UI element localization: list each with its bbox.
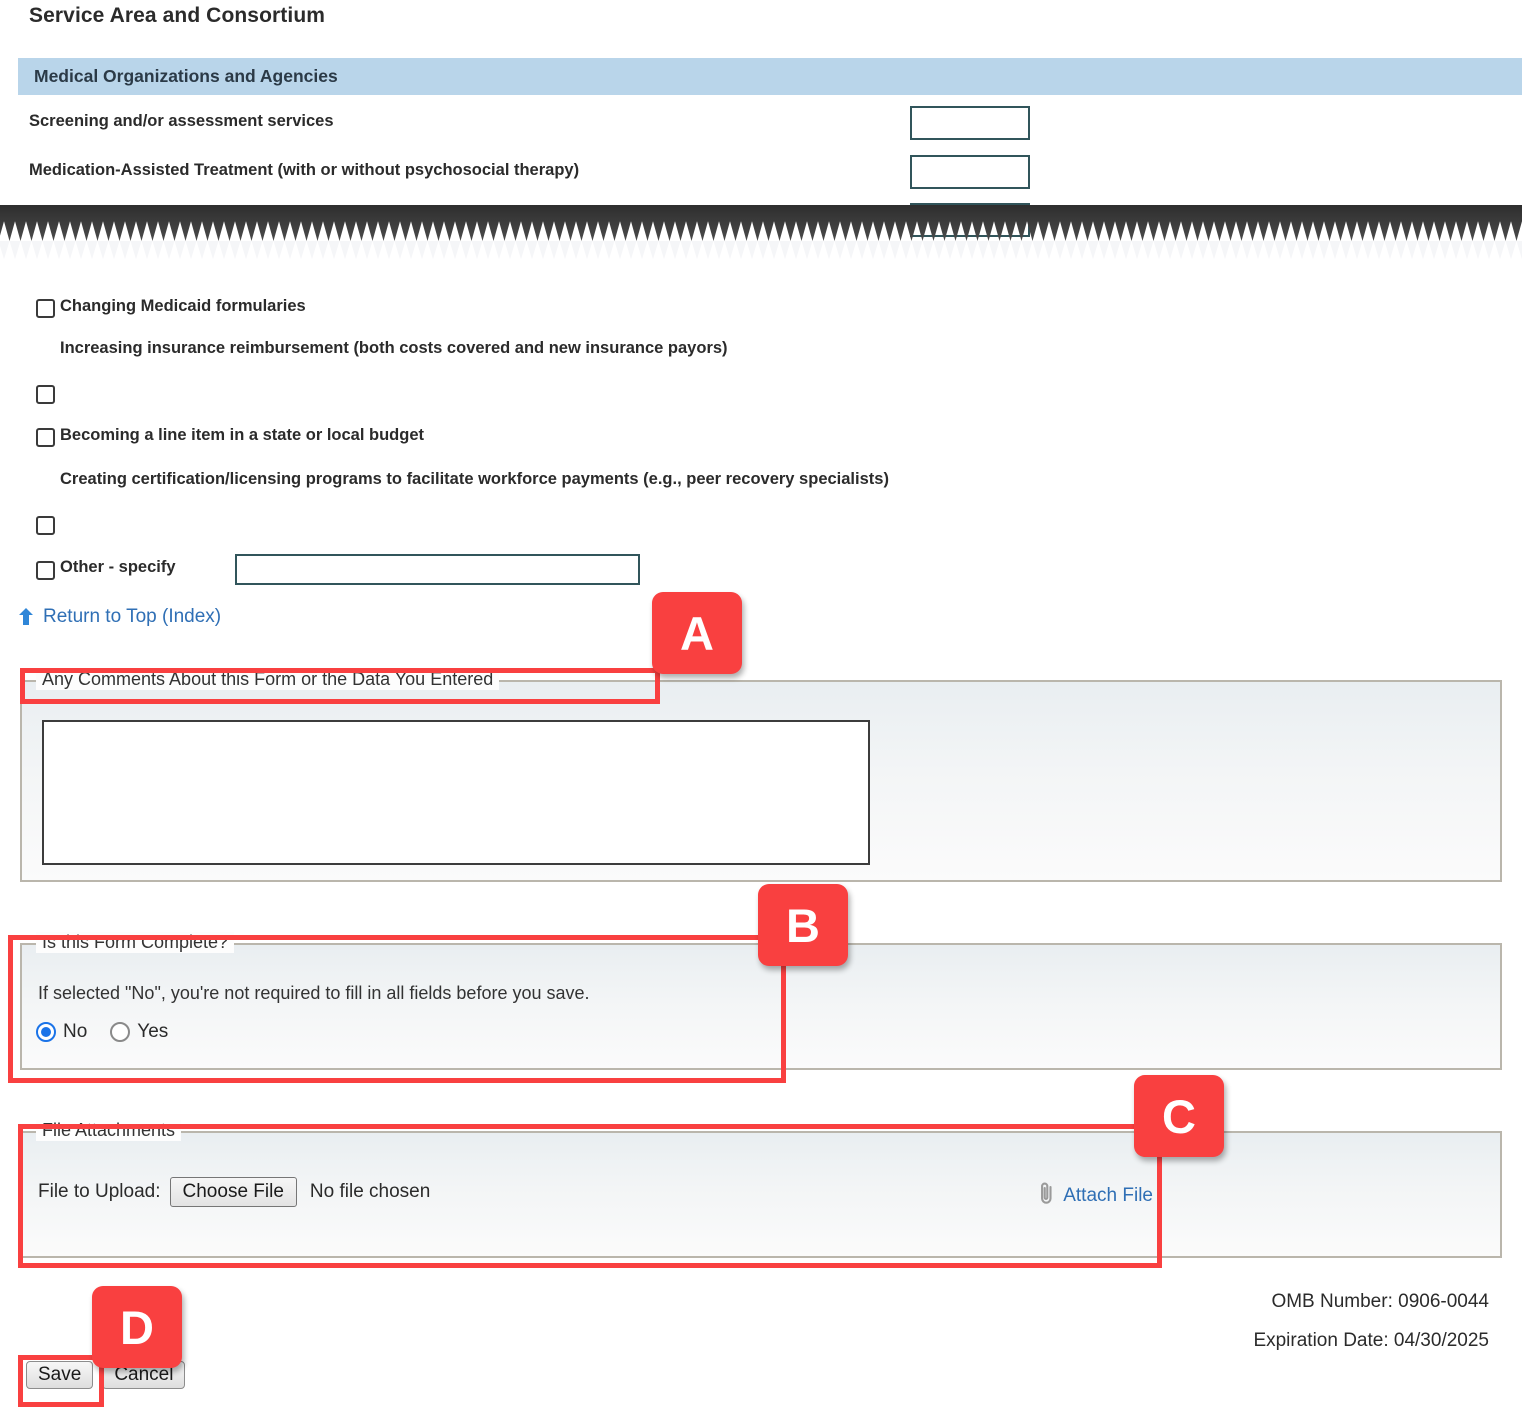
checkbox-label: Increasing insurance reimbursement (both… (60, 339, 728, 357)
no-file-chosen-text: No file chosen (309, 1181, 431, 1202)
file-upload-row: File to Upload: Choose File No file chos… (38, 1177, 430, 1207)
page-title: Service Area and Consortium (29, 4, 326, 27)
checkbox-line-item-budget[interactable] (36, 428, 55, 447)
attach-file-link[interactable]: Attach File (1063, 1185, 1153, 1207)
table-row: Medication-Assisted Treatment (with or w… (29, 161, 580, 179)
omb-number: OMB Number: 0906-0044 (1271, 1291, 1489, 1312)
torn-edge-light (0, 241, 1522, 289)
comments-fieldset-legend: Any Comments About this Form or the Data… (36, 669, 500, 690)
list-item[interactable]: Changing Medicaid formularies (0, 295, 1522, 325)
torn-edge-dark-shape (0, 205, 1522, 241)
annotation-badge-b: B (758, 884, 848, 966)
expiration-date: Expiration Date: 04/30/2025 (1253, 1330, 1489, 1351)
torn-edge-light-shape (0, 241, 1522, 289)
list-item[interactable]: Increasing insurance reimbursement (both… (0, 337, 1522, 412)
form-complete-radio-group[interactable]: No Yes (36, 1021, 184, 1043)
checkbox-label: Changing Medicaid formularies (60, 297, 306, 315)
list-item[interactable]: Becoming a line item in a state or local… (0, 424, 1522, 456)
section-band: Medical Organizations and Agencies (18, 58, 1522, 95)
table-row-input-1[interactable] (910, 155, 1030, 189)
list-item[interactable]: Creating certification/licensing program… (0, 468, 1522, 544)
annotation-badge-c: C (1134, 1075, 1224, 1157)
file-attachments-fieldset: File Attachments File to Upload: Choose … (20, 1120, 1502, 1258)
funding-checkbox-list: Changing Medicaid formularies Increasing… (0, 295, 1522, 604)
return-to-top-link[interactable]: Return to Top (Index) (43, 606, 221, 628)
form-complete-hint: If selected "No", you're not required to… (38, 983, 590, 1003)
checkbox-label: Other - specify (60, 558, 176, 576)
checkbox-label: Creating certification/licensing program… (60, 470, 889, 488)
checkbox-increasing-insurance-reimbursement[interactable] (36, 385, 55, 404)
return-to-top[interactable]: Return to Top (Index) (18, 606, 221, 628)
comments-fieldset: Any Comments About this Form or the Data… (20, 669, 1502, 882)
form-complete-legend: Is this Form Complete? (36, 932, 235, 953)
comments-textarea[interactable] (42, 720, 870, 865)
file-to-upload-label: File to Upload: (38, 1181, 161, 1202)
radio-no-label: No (63, 1021, 88, 1042)
annotation-badge-a: A (652, 592, 742, 674)
checkbox-other-specify[interactable] (36, 561, 55, 580)
paperclip-icon (1038, 1181, 1055, 1210)
file-attachments-legend: File Attachments (36, 1120, 182, 1141)
other-specify-input[interactable] (235, 554, 640, 585)
checkbox-label: Becoming a line item in a state or local… (60, 426, 424, 444)
table-row: Screening and/or assessment services (29, 112, 334, 130)
up-arrow-icon (18, 608, 34, 626)
torn-edge-dark (0, 205, 1522, 241)
radio-yes-label: Yes (137, 1021, 169, 1042)
choose-file-button[interactable]: Choose File (169, 1177, 297, 1207)
checkbox-certification-licensing-programs[interactable] (36, 516, 55, 535)
checkbox-changing-medicaid-formularies[interactable] (36, 299, 55, 318)
list-item[interactable]: Other - specify (0, 554, 1522, 592)
radio-no[interactable] (36, 1022, 56, 1042)
table-row-input-0[interactable] (910, 106, 1030, 140)
attach-file-action[interactable]: Attach File (1038, 1181, 1153, 1210)
annotation-badge-d: D (92, 1286, 182, 1368)
top-form-section: Service Area and Consortium Medical Orga… (0, 0, 1522, 240)
save-button[interactable]: Save (26, 1361, 94, 1389)
section-band-label: Medical Organizations and Agencies (34, 66, 338, 86)
radio-yes[interactable] (110, 1022, 131, 1042)
